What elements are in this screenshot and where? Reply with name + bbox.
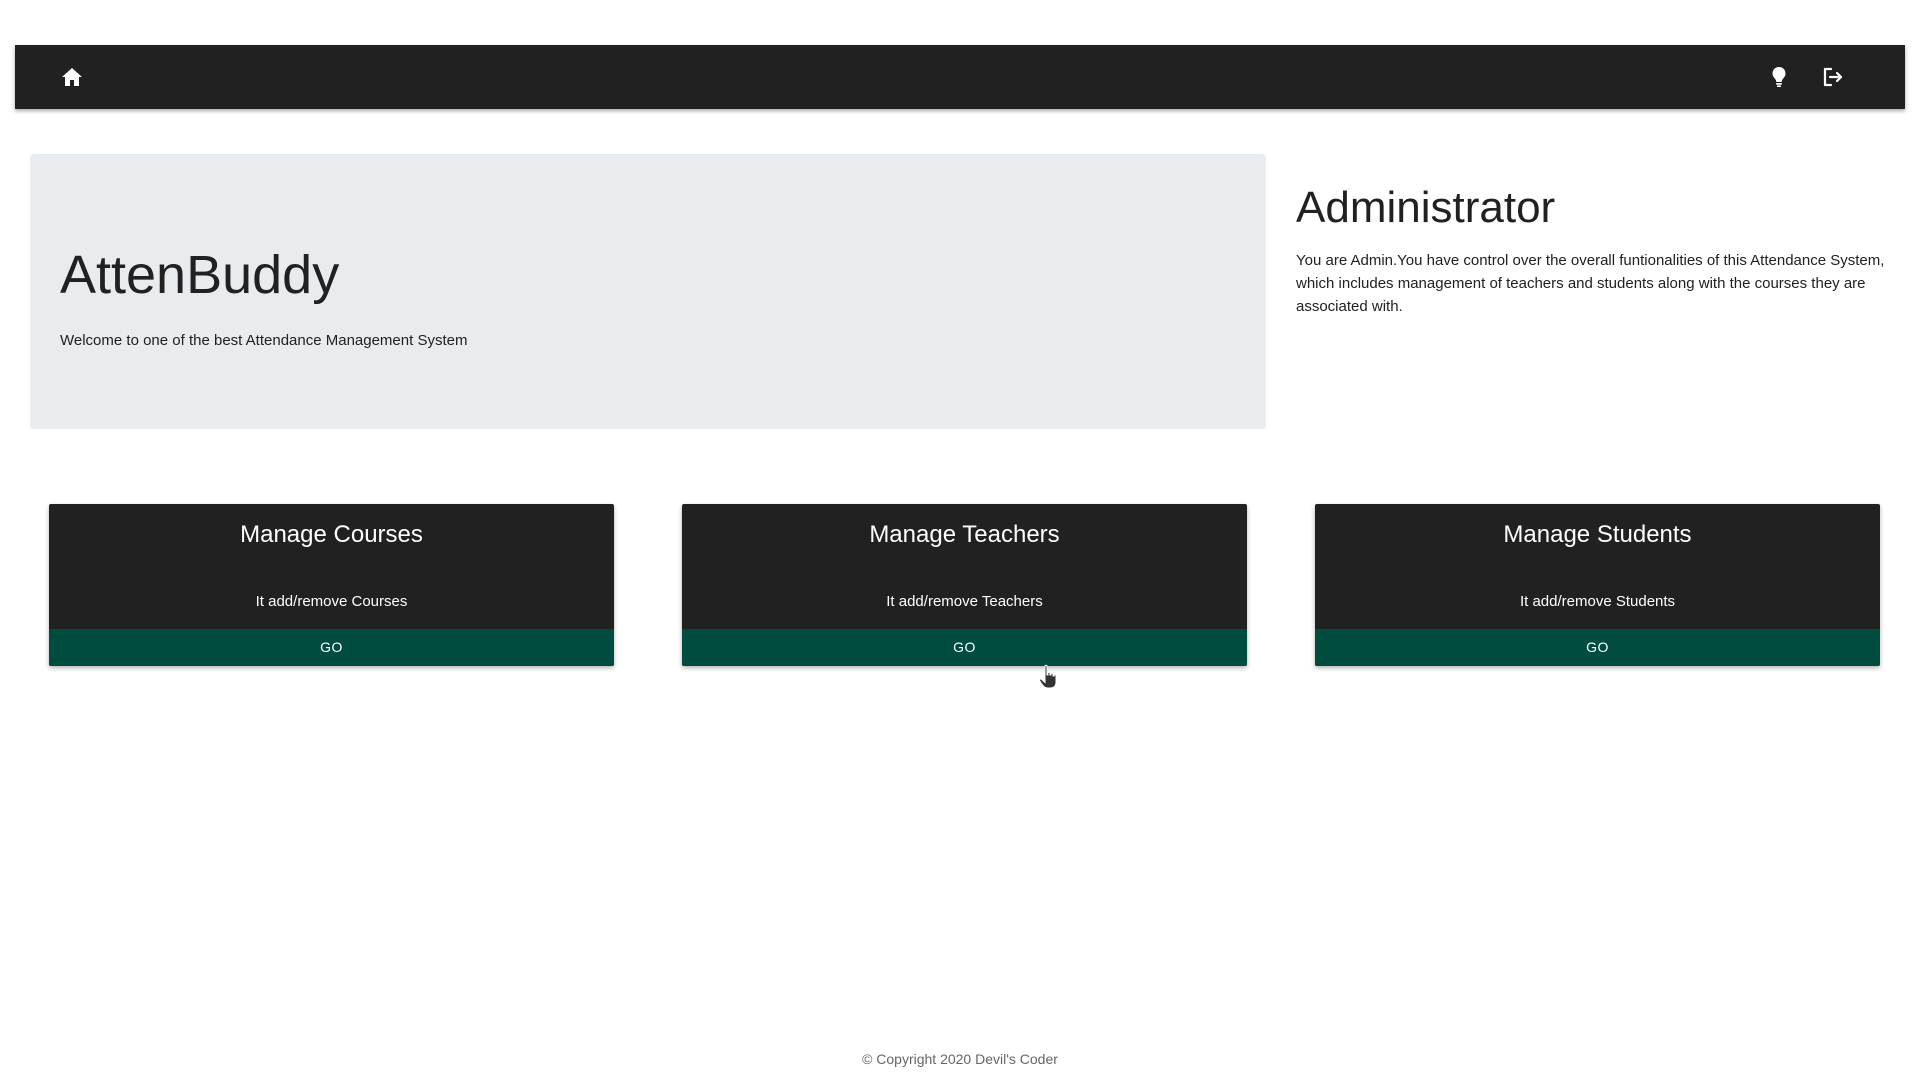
admin-info: Administrator You are Admin.You have con… <box>1296 182 1896 318</box>
card-description: It add/remove Courses <box>255 593 408 610</box>
welcome-jumbotron: AttenBuddy Welcome to one of the best At… <box>30 154 1266 429</box>
card-description: It add/remove Students <box>1519 593 1676 610</box>
manage-teachers-card: Manage Teachers It add/remove Teachers G… <box>682 504 1247 666</box>
card-title: Manage Students <box>1503 521 1692 548</box>
card-title: Manage Courses <box>240 521 423 548</box>
manage-teachers-go-button[interactable]: GO <box>682 629 1247 666</box>
lightbulb-icon[interactable] <box>1767 65 1791 89</box>
admin-title: Administrator <box>1296 183 1556 232</box>
card-description: It add/remove Teachers <box>886 593 1043 610</box>
footer-copyright: © Copyright 2020 Devil's Coder <box>862 1051 1058 1067</box>
welcome-text: Welcome to one of the best Attendance Ma… <box>60 332 468 349</box>
hand-pointer-cursor-icon <box>1038 664 1060 690</box>
logout-icon[interactable] <box>1821 65 1845 89</box>
app-title: AttenBuddy <box>60 245 340 305</box>
home-icon[interactable] <box>60 65 84 89</box>
admin-description: You are Admin.You have control over the … <box>1296 252 1885 315</box>
card-title: Manage Teachers <box>869 521 1060 548</box>
manage-students-card: Manage Students It add/remove Students G… <box>1315 504 1880 666</box>
manage-students-go-button[interactable]: GO <box>1315 629 1880 666</box>
manage-courses-card: Manage Courses It add/remove Courses GO <box>49 504 614 666</box>
top-navbar <box>15 45 1905 109</box>
manage-courses-go-button[interactable]: GO <box>49 629 614 666</box>
